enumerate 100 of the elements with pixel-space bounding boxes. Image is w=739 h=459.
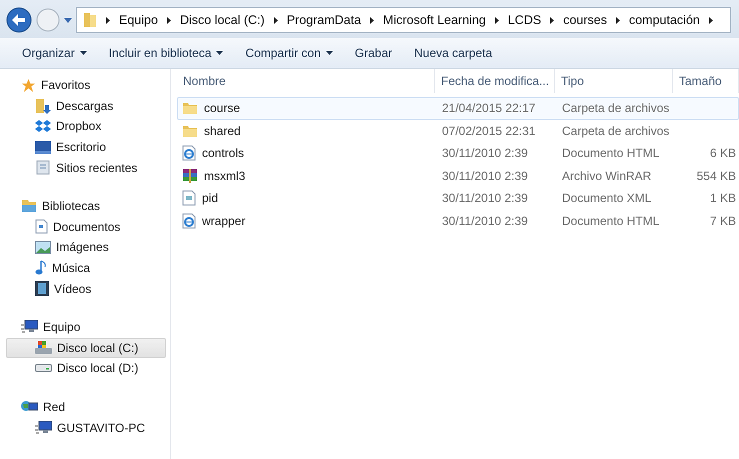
- file-name: course: [204, 101, 240, 116]
- toolbar-button[interactable]: Grabar: [344, 42, 402, 64]
- column-header[interactable]: Nombre: [177, 69, 435, 93]
- nav-label: Imágenes: [56, 240, 109, 254]
- file-name: wrapper: [202, 214, 246, 228]
- nav-item[interactable]: Escritorio: [6, 136, 166, 158]
- drive-icon: [35, 364, 52, 372]
- image-icon: [35, 240, 51, 254]
- chevron-icon: [550, 16, 554, 24]
- type-cell-text: Archivo WinRAR: [561, 168, 652, 183]
- file-name: controls: [202, 146, 244, 160]
- file-row[interactable]: course 21/04/2015 22:17 Carpeta de archivos: [177, 97, 739, 120]
- size-cell-text: 6 KB: [708, 146, 737, 160]
- back-button[interactable]: [6, 7, 32, 33]
- toolbar-button[interactable]: Compartir con: [235, 42, 343, 64]
- breadcrumb[interactable]: Equipo: [119, 13, 158, 27]
- breadcrumb[interactable]: Microsoft Learning: [383, 13, 486, 27]
- nav-label: Red: [43, 400, 66, 414]
- column-header[interactable]: Tipo: [555, 69, 673, 93]
- nav-label: Vídeos: [54, 282, 92, 296]
- toolbar-button[interactable]: Nueva carpeta: [404, 42, 502, 64]
- nav-item[interactable]: GUSTAVITO-PC: [6, 417, 166, 438]
- date-cell-text: 30/11/2010 2:39: [441, 146, 529, 160]
- nav-item[interactable]: Música: [6, 258, 166, 278]
- date-cell-text: 30/11/2010 2:39: [441, 214, 529, 228]
- column-header[interactable]: Tamaño: [673, 69, 739, 93]
- date-cell-text: 30/11/2010 2:39: [441, 168, 529, 183]
- file-row[interactable]: msxml3 30/11/2010 2:39 Archivo WinRAR 554 KB: [177, 164, 739, 187]
- file-row[interactable]: shared 07/02/2015 22:31 Carpeta de archivos: [177, 120, 739, 142]
- type-cell-text: Carpeta de archivos: [561, 124, 670, 138]
- chevron-icon: [166, 16, 171, 24]
- chevron-icon: [494, 16, 499, 24]
- file-name: shared: [204, 124, 241, 138]
- folder-icon: [182, 124, 198, 138]
- file-name: pid: [202, 191, 218, 206]
- library-icon: [21, 199, 37, 214]
- chevron-icon: [106, 16, 110, 24]
- file-name: msxml3: [204, 168, 246, 183]
- nav-item[interactable]: Disco local (C:): [6, 338, 166, 358]
- date-cell-text: 30/11/2010 2:39: [441, 191, 529, 206]
- archive-icon: [182, 168, 198, 184]
- breadcrumb[interactable]: courses: [563, 13, 607, 27]
- breadcrumb[interactable]: computación: [628, 13, 700, 27]
- file-row[interactable]: pid 30/11/2010 2:39 Documento XML 1 KB: [177, 187, 739, 210]
- nav-item[interactable]: Descargas: [6, 96, 166, 116]
- nav-label: Equipo: [43, 320, 80, 334]
- file-row[interactable]: controls 30/11/2010 2:39 Documento HTML 6 KB: [177, 142, 739, 164]
- system-drive-icon: [35, 340, 52, 356]
- nav-label: Dropbox: [56, 119, 102, 134]
- browser-document-icon: [182, 212, 196, 229]
- nav-label: Disco local (D:): [57, 361, 138, 376]
- nav-label: GUSTAVITO-PC: [57, 420, 146, 435]
- nav-label: Documentos: [53, 220, 120, 234]
- size-cell-text: 554 KB: [696, 168, 737, 183]
- nav-label: Favoritos: [41, 78, 90, 92]
- nav-label: Bibliotecas: [42, 199, 100, 214]
- nav-group-item[interactable]: Equipo: [6, 316, 166, 338]
- chevron-icon: [708, 16, 713, 24]
- chevron-icon: [370, 16, 374, 24]
- breadcrumb[interactable]: Disco local (C:): [180, 13, 265, 27]
- toolbar-button[interactable]: Incluir en biblioteca: [98, 42, 234, 64]
- nav-item[interactable]: Vídeos: [6, 278, 166, 299]
- nav-item[interactable]: Disco local (D:): [6, 358, 166, 379]
- toolbar-button[interactable]: Organizar: [12, 42, 97, 64]
- address-bar[interactable]: Equipo Disco local (C:) ProgramData Microsoft Learning LCDS courses computación: [76, 7, 731, 33]
- chevron-icon: [274, 16, 278, 24]
- nav-label: Descargas: [56, 98, 114, 113]
- type-cell-text: Documento XML: [561, 191, 652, 206]
- type-cell-text: Documento HTML: [561, 146, 660, 160]
- size-cell-text: 7 KB: [708, 214, 737, 228]
- nav-label: Escritorio: [56, 140, 106, 154]
- nav-item[interactable]: Sitios recientes: [6, 157, 166, 178]
- film-icon: [35, 281, 49, 296]
- nav-item[interactable]: Dropbox: [6, 116, 166, 137]
- history-caret-icon[interactable]: [64, 18, 72, 22]
- document-icon: [35, 219, 48, 234]
- nav-label: Música: [52, 261, 90, 276]
- breadcrumb[interactable]: LCDS: [508, 13, 542, 27]
- nav-group-item[interactable]: Favoritos: [6, 75, 166, 96]
- date-cell-text: 07/02/2015 22:31: [441, 124, 536, 138]
- nav-item[interactable]: Documentos: [6, 216, 166, 238]
- chevron-icon: [616, 16, 620, 24]
- desktop-icon: [35, 140, 51, 154]
- type-cell-text: Documento HTML: [561, 214, 660, 228]
- dropbox-icon: [35, 119, 51, 134]
- browser-document-icon: [182, 145, 196, 162]
- type-cell-text: Carpeta de archivos: [561, 101, 670, 116]
- folder-icon: [83, 12, 97, 28]
- column-header[interactable]: Fecha de modifica...: [435, 69, 555, 93]
- nav-label: Disco local (C:): [57, 340, 138, 355]
- breadcrumb[interactable]: ProgramData: [286, 13, 362, 27]
- nav-group-item[interactable]: Bibliotecas: [6, 196, 166, 217]
- nav-group-item[interactable]: Red: [6, 396, 166, 418]
- file-row[interactable]: wrapper 30/11/2010 2:39 Documento HTML 7 KB: [177, 210, 739, 232]
- computer-icon: [35, 420, 52, 435]
- date-cell-text: 21/04/2015 22:17: [441, 101, 536, 116]
- star-icon: [21, 78, 36, 93]
- download-folder-icon: [35, 98, 51, 114]
- music-note-icon: [35, 260, 47, 276]
- nav-item[interactable]: Imágenes: [6, 237, 166, 258]
